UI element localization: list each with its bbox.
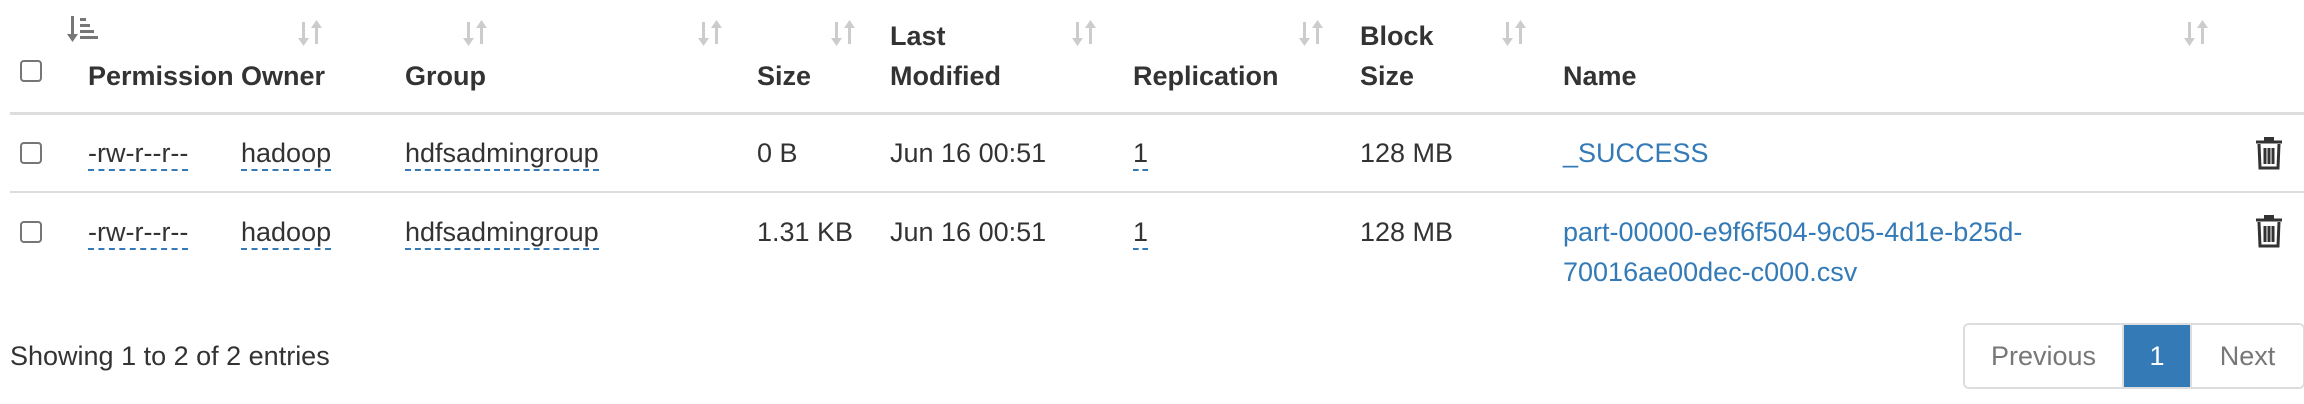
sort-both-icon[interactable] — [461, 16, 495, 50]
trash-icon[interactable] — [2254, 135, 2284, 171]
file-name-link-line2[interactable]: 70016ae00dec-c000.csv — [1563, 252, 1857, 292]
replication-link[interactable]: 1 — [1133, 217, 1149, 250]
replication-cell: 1 — [1133, 212, 1149, 252]
sort-both-icon[interactable] — [1297, 16, 1331, 50]
column-header-block-size-line2[interactable]: Size — [1360, 56, 1414, 96]
trash-icon[interactable] — [2254, 213, 2284, 249]
last-modified-cell: Jun 16 00:51 — [890, 217, 1047, 247]
owner-link[interactable]: hadoop — [241, 138, 332, 171]
last-modified-cell: Jun 16 00:51 — [890, 138, 1047, 168]
table-info-text: Showing 1 to 2 of 2 entries — [10, 341, 330, 371]
permission-cell: -rw-r--r-- — [88, 212, 189, 252]
column-header-owner[interactable]: Owner — [241, 56, 325, 96]
row-select-checkbox[interactable] — [20, 142, 42, 164]
sort-both-icon[interactable] — [1070, 16, 1104, 50]
column-header-block-size-line1[interactable]: Block — [1360, 16, 1434, 56]
owner-cell: hadoop — [241, 133, 332, 173]
pagination: Previous 1 Next — [1963, 323, 2304, 389]
owner-cell: hadoop — [241, 212, 332, 252]
permission-link[interactable]: -rw-r--r-- — [88, 217, 189, 250]
table-row: -rw-r--r-- hadoop hdfsadmingroup 1.31 KB… — [10, 193, 2304, 299]
sort-both-icon[interactable] — [296, 16, 330, 50]
page-1-button[interactable]: 1 — [2124, 325, 2190, 387]
sort-both-icon[interactable] — [1500, 16, 1534, 50]
group-link[interactable]: hdfsadmingroup — [405, 138, 599, 171]
sort-both-icon[interactable] — [829, 16, 863, 50]
table-header: Permission Owner Group Size Last Modifie… — [10, 0, 2304, 115]
row-select-checkbox[interactable] — [20, 221, 42, 243]
replication-link[interactable]: 1 — [1133, 138, 1149, 171]
file-name-link-line1[interactable]: part-00000-e9f6f504-9c05-4d1e-b25d- — [1563, 212, 2022, 252]
block-size-cell: 128 MB — [1360, 138, 1454, 168]
size-cell: 1.31 KB — [757, 217, 854, 247]
column-header-last-modified-line2[interactable]: Modified — [890, 56, 1001, 96]
sort-both-icon[interactable] — [696, 16, 730, 50]
file-browser-panel: Permission Owner Group Size Last Modifie… — [0, 0, 2304, 404]
column-header-group[interactable]: Group — [405, 56, 486, 96]
table-row: -rw-r--r-- hadoop hdfsadmingroup 0 B Jun… — [10, 115, 2304, 193]
replication-cell: 1 — [1133, 133, 1149, 173]
group-cell: hdfsadmingroup — [405, 212, 599, 252]
size-cell: 0 B — [757, 138, 798, 168]
next-page-button[interactable]: Next — [2190, 325, 2303, 387]
sort-both-icon[interactable] — [2182, 16, 2216, 50]
group-cell: hdfsadmingroup — [405, 133, 599, 173]
sort-amount-asc-icon[interactable] — [67, 12, 101, 46]
group-link[interactable]: hdfsadmingroup — [405, 217, 599, 250]
select-all-checkbox[interactable] — [20, 60, 42, 82]
permission-cell: -rw-r--r-- — [88, 133, 189, 173]
owner-link[interactable]: hadoop — [241, 217, 332, 250]
permission-link[interactable]: -rw-r--r-- — [88, 138, 189, 171]
column-header-permission[interactable]: Permission — [88, 56, 234, 96]
previous-page-button[interactable]: Previous — [1965, 325, 2124, 387]
column-header-last-modified-line1[interactable]: Last — [890, 16, 946, 56]
block-size-cell: 128 MB — [1360, 217, 1454, 247]
column-header-size[interactable]: Size — [757, 56, 811, 96]
column-header-replication[interactable]: Replication — [1133, 56, 1279, 96]
column-header-name[interactable]: Name — [1563, 56, 1637, 96]
files-table: Permission Owner Group Size Last Modifie… — [10, 0, 2304, 300]
file-name-link[interactable]: _SUCCESS — [1563, 133, 1709, 173]
